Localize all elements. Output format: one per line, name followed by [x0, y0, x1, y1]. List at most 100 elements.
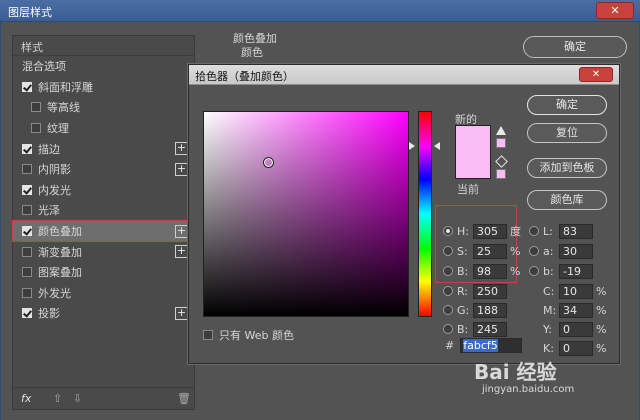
lab-input[interactable]: 83 [559, 223, 593, 239]
rgb-input[interactable]: 245 [473, 321, 507, 337]
style-item-4[interactable]: 纹理 [13, 118, 194, 139]
add-effect-icon[interactable]: + [175, 142, 188, 156]
out-of-gamut-warning-icon[interactable] [496, 126, 506, 135]
current-color-swatch[interactable] [455, 152, 491, 179]
hsb-radio[interactable] [443, 246, 453, 256]
hex-label: # [445, 339, 455, 352]
lab-radio[interactable] [529, 266, 539, 276]
styles-header[interactable]: 样式 [13, 36, 194, 56]
style-checkbox[interactable] [22, 164, 32, 175]
hsb-input[interactable]: 305 [473, 223, 507, 239]
rgb-radio[interactable] [443, 305, 453, 315]
hue-slider-left-arrow-icon[interactable] [409, 142, 415, 150]
lab-row-3: b: -19 [529, 263, 593, 279]
web-only-checkbox[interactable] [203, 330, 213, 340]
add-to-swatches-button[interactable]: 添加到色板 [527, 158, 607, 178]
style-item-6[interactable]: 内阴影 + [13, 159, 194, 180]
web-safe-swatch[interactable] [496, 169, 506, 179]
style-item-2[interactable]: 斜面和浮雕 [13, 77, 194, 98]
add-effect-icon[interactable]: + [175, 224, 188, 238]
rgb-radio[interactable] [443, 286, 453, 296]
style-item-8[interactable]: 光泽 [13, 200, 194, 221]
color-marker-icon[interactable] [263, 157, 274, 168]
gamut-swatch[interactable] [496, 138, 506, 148]
lab-input[interactable]: -19 [559, 263, 593, 279]
reset-button[interactable]: 复位 [527, 123, 607, 143]
cmyk-unit: % [596, 341, 607, 355]
cmyk-input[interactable]: 0 [559, 321, 593, 337]
style-checkbox[interactable] [22, 287, 32, 298]
trash-icon[interactable]: 🗑 [177, 392, 191, 405]
cmyk-row-1: C: 10% [529, 283, 606, 299]
hsb-unit: % [510, 264, 521, 278]
rgb-input[interactable]: 250 [473, 283, 507, 299]
style-checkbox[interactable] [22, 267, 32, 278]
hue-slider[interactable] [418, 111, 432, 317]
hsb-unit: 度 [510, 225, 521, 238]
hsb-input[interactable]: 98 [473, 263, 507, 279]
style-label: 纹理 [47, 122, 69, 136]
hex-input[interactable]: fabcf5 [460, 338, 523, 353]
style-checkbox[interactable] [22, 184, 32, 195]
style-item-3[interactable]: 等高线 [13, 97, 194, 118]
rgb-input[interactable]: 188 [473, 302, 507, 318]
lab-key: b: [543, 264, 554, 278]
style-item-5[interactable]: 描边 + [13, 138, 194, 159]
fx-icon[interactable]: fx [21, 392, 31, 405]
style-item-12[interactable]: 外发光 [13, 283, 194, 304]
rgb-row-1: R: 250 [443, 283, 507, 299]
cmyk-input[interactable]: 10 [559, 283, 593, 299]
lab-radio[interactable] [529, 226, 539, 236]
cmyk-key: Y: [543, 322, 552, 336]
style-item-10[interactable]: 渐变叠加 + [13, 241, 194, 262]
style-checkbox[interactable] [31, 123, 41, 134]
style-label: 光泽 [38, 204, 60, 218]
style-item-11[interactable]: 图案叠加 [13, 262, 194, 283]
picker-ok-button[interactable]: 确定 [527, 95, 607, 115]
close-button[interactable]: ✕ [596, 2, 634, 19]
hsb-radio[interactable] [443, 266, 453, 276]
style-label: 图案叠加 [38, 266, 82, 280]
rgb-radio[interactable] [443, 324, 453, 334]
rgb-row-3: B: 245 [443, 321, 507, 337]
lab-input[interactable]: 30 [559, 243, 593, 259]
web-safe-cube-icon[interactable] [495, 155, 508, 168]
style-checkbox[interactable] [31, 102, 41, 113]
style-checkbox[interactable] [22, 81, 32, 92]
cmyk-input[interactable]: 0 [559, 340, 593, 356]
cmyk-key: K: [543, 341, 554, 355]
hex-row: # fabcf5 [445, 338, 523, 353]
rgb-key: R: [457, 284, 469, 298]
lab-radio[interactable] [529, 246, 539, 256]
hex-value: fabcf5 [463, 339, 498, 352]
hue-slider-right-arrow-icon[interactable] [434, 142, 440, 150]
ok-button[interactable]: 确定 [523, 36, 627, 58]
style-item-7[interactable]: 内发光 [13, 180, 194, 201]
hsb-radio[interactable] [443, 226, 453, 236]
cmyk-row-2: M: 34% [529, 302, 606, 318]
style-item-9[interactable]: 颜色叠加 + [12, 219, 195, 243]
add-effect-icon[interactable]: + [175, 162, 188, 176]
move-down-icon[interactable]: ⇩ [73, 392, 82, 405]
color-libraries-button[interactable]: 颜色库 [527, 190, 607, 210]
styles-list: 混合选项 斜面和浮雕 等高线 纹理 描边 + 内阴影 + 内发光 光泽 颜色叠加… [12, 56, 195, 324]
style-checkbox[interactable] [22, 226, 32, 237]
add-effect-icon[interactable]: + [175, 245, 188, 259]
web-only-option[interactable]: 只有 Web 颜色 [203, 327, 294, 343]
picker-close-button[interactable]: ✕ [579, 67, 613, 82]
style-checkbox[interactable] [22, 308, 32, 319]
style-checkbox[interactable] [22, 143, 32, 154]
hsb-input[interactable]: 25 [473, 243, 507, 259]
cmyk-input[interactable]: 34 [559, 302, 593, 318]
style-checkbox[interactable] [22, 205, 32, 216]
saturation-brightness-field[interactable] [203, 111, 409, 317]
style-item-1[interactable]: 混合选项 [13, 56, 194, 77]
add-effect-icon[interactable]: + [175, 307, 188, 321]
move-up-icon[interactable]: ⇧ [53, 392, 62, 405]
style-checkbox[interactable] [22, 246, 32, 257]
hsb-row-3: B: 98% [443, 263, 520, 279]
picker-title: 拾色器（叠加颜色） [195, 70, 294, 83]
style-item-13[interactable]: 投影 + [13, 303, 194, 324]
cmyk-key: M: [543, 303, 557, 317]
dialog-title: 图层样式 [8, 6, 52, 19]
